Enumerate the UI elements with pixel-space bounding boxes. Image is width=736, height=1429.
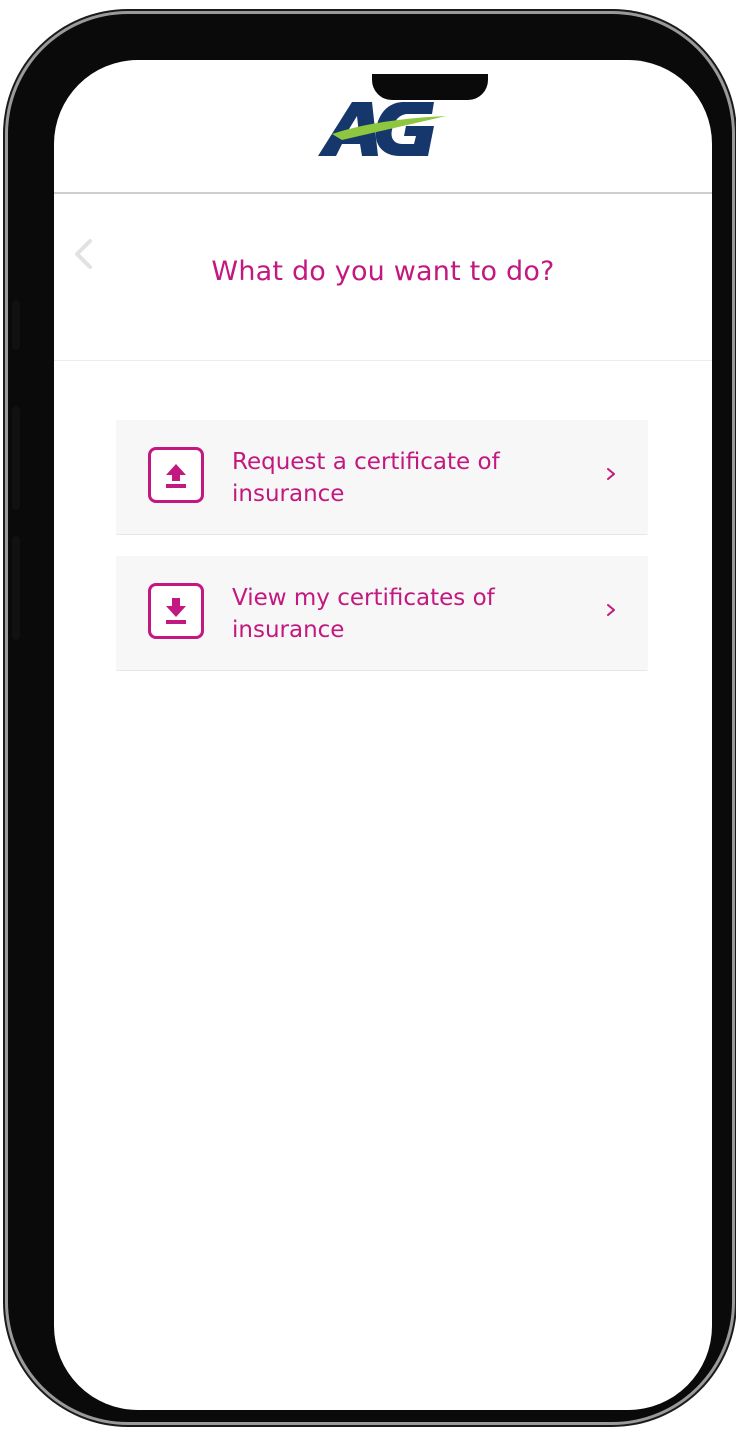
- title-bar: What do you want to do?: [54, 194, 712, 361]
- side-button: [12, 406, 20, 510]
- side-button: [12, 300, 20, 350]
- upload-icon: [148, 447, 204, 503]
- ag-logo: [318, 102, 446, 156]
- request-certificate-option[interactable]: Request a certificate of insurance: [116, 420, 648, 535]
- side-button: [12, 536, 20, 640]
- download-icon: [148, 583, 204, 639]
- option-label: Request a certificate of insurance: [232, 449, 500, 507]
- view-certificates-option[interactable]: View my certificates of insurance: [116, 556, 648, 671]
- phone-screen: What do you want to do? Request a certif…: [54, 60, 712, 1410]
- notch: [372, 74, 488, 100]
- chevron-right-icon: [607, 468, 615, 480]
- chevron-right-icon: [607, 604, 615, 616]
- page-title: What do you want to do?: [211, 256, 555, 287]
- phone-frame: What do you want to do? Request a certif…: [8, 14, 732, 1422]
- option-label: View my certificates of insurance: [232, 585, 495, 643]
